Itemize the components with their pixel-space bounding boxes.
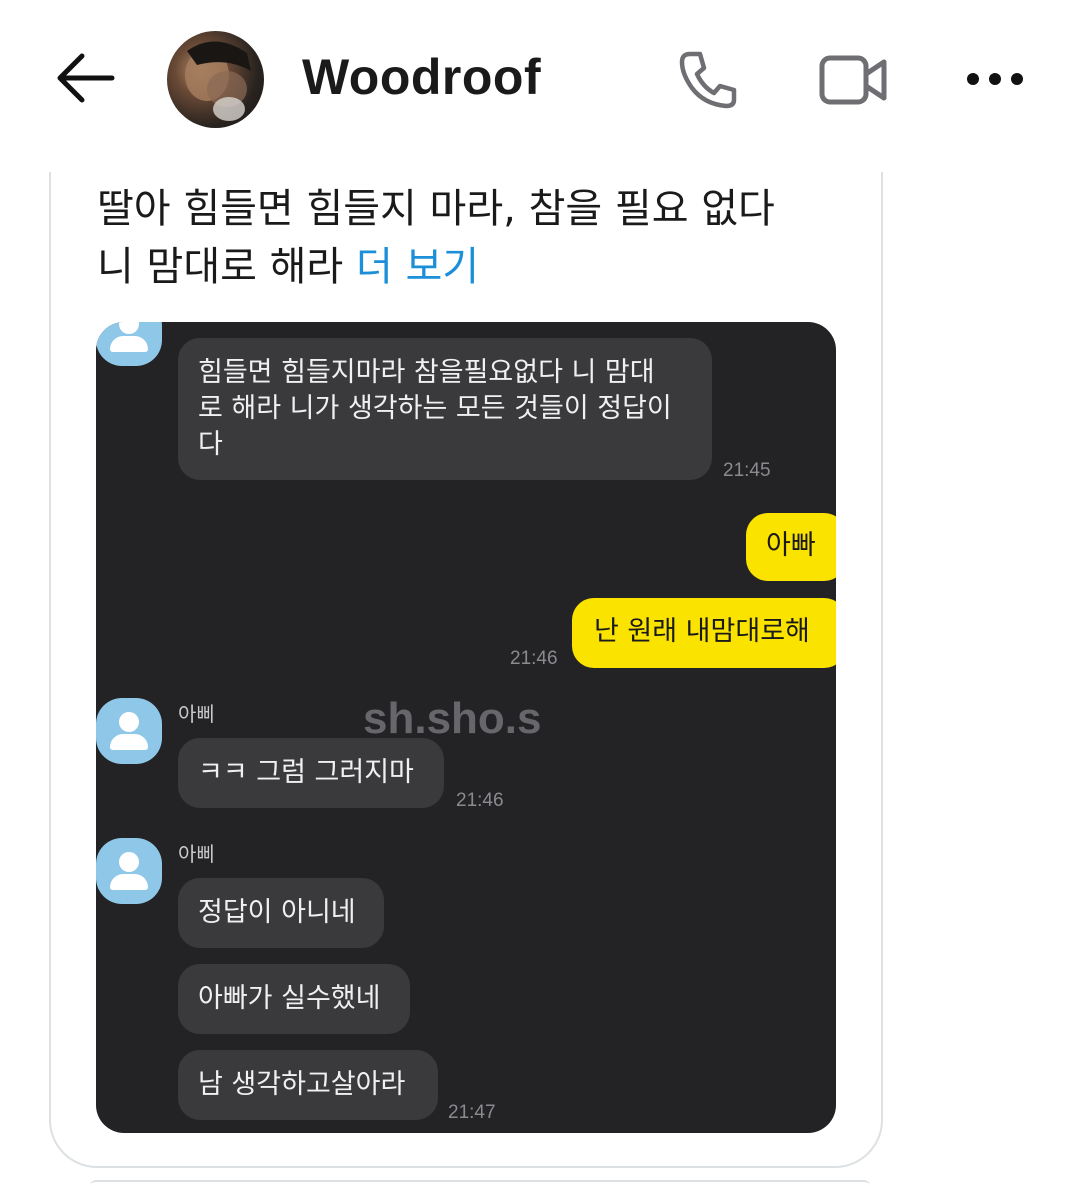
- contact-avatar: [96, 838, 162, 904]
- my-message-bubble: 아빠: [746, 513, 836, 581]
- video-camera-icon[interactable]: [818, 52, 888, 108]
- avatar[interactable]: [167, 31, 264, 128]
- page-title: Woodroof: [302, 49, 542, 105]
- message-time: 21:47: [448, 1102, 496, 1123]
- message-time: 21:46: [510, 648, 558, 669]
- sender-name: 아삐: [178, 842, 215, 866]
- chat-screenshot: 힘들면 힘들지마라 참을필요없다 니 맘대 로 해라 니가 생각하는 모든 것들…: [96, 322, 836, 1133]
- phone-icon[interactable]: [676, 48, 740, 112]
- watermark: sh.sho.s: [363, 694, 542, 743]
- message-time: 21:46: [456, 790, 504, 811]
- contact-avatar: [96, 698, 162, 764]
- message-bubble: 남 생각하고살아라: [178, 1050, 438, 1120]
- message-bubble: 힘들면 힘들지마라 참을필요없다 니 맘대 로 해라 니가 생각하는 모든 것들…: [178, 338, 712, 480]
- read-more-link[interactable]: 더 보기: [356, 244, 479, 290]
- next-card-edge: [90, 1180, 870, 1186]
- my-message-bubble: 난 원래 내맘대로해: [572, 598, 836, 668]
- more-horizontal-icon[interactable]: [962, 68, 1028, 90]
- arrow-left-icon[interactable]: [56, 52, 116, 104]
- post-text: 딸아 힘들면 힘들지 마라, 참을 필요 없다 니 맘대로 해라 더 보기: [97, 180, 857, 296]
- message-bubble: 아빠가 실수했네: [178, 964, 410, 1034]
- chat-header: Woodroof: [0, 0, 1080, 160]
- sender-name: 아삐: [178, 702, 215, 726]
- message-bubble: ㅋㅋ 그럼 그러지마: [178, 738, 444, 808]
- contact-avatar: [96, 322, 162, 366]
- message-bubble: 정답이 아니네: [178, 878, 384, 948]
- message-time: 21:45: [723, 460, 771, 481]
